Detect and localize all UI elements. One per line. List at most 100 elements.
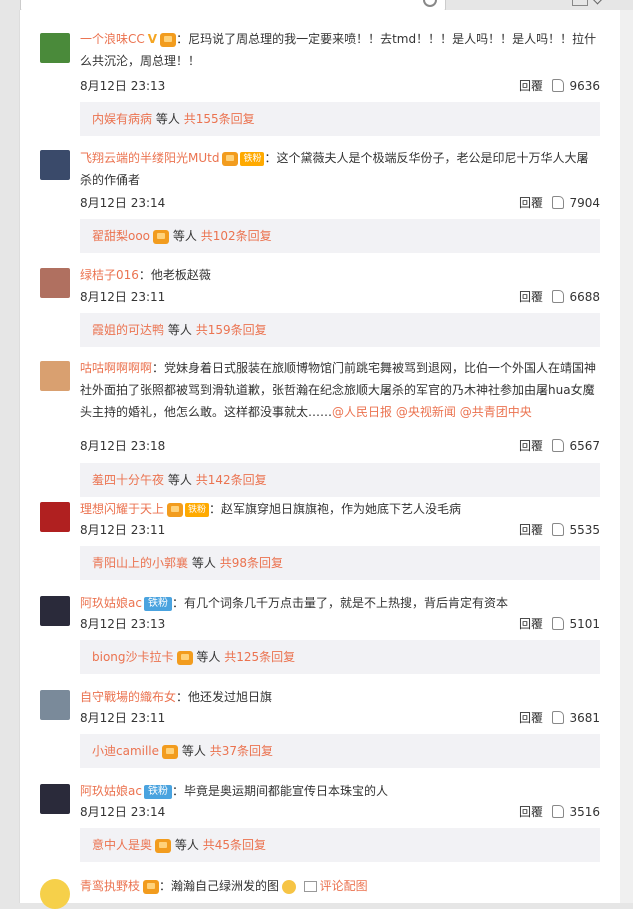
username-link[interactable]: 一个浪味CC bbox=[80, 32, 145, 46]
sub-reply-user[interactable]: 意中人是奥 bbox=[92, 838, 152, 852]
sub-reply-count[interactable]: 共125条回复 bbox=[224, 650, 295, 664]
username-link[interactable]: 绿桔子016 bbox=[80, 268, 139, 282]
like-button[interactable]: 6688 bbox=[552, 287, 600, 307]
sub-reply-count[interactable]: 共142条回复 bbox=[196, 473, 267, 487]
timestamp: 8月12日 23:14 bbox=[80, 196, 166, 210]
username-link[interactable]: 阿玖姑娘ac bbox=[80, 784, 142, 798]
timestamp: 8月12日 23:11 bbox=[80, 711, 166, 725]
sub-replies[interactable]: 翟甜梨ooo 等人 共102条回复 bbox=[80, 219, 600, 253]
avatar[interactable] bbox=[40, 596, 70, 626]
comment-meta: 8月12日 23:11 回覆 5535 bbox=[80, 520, 600, 540]
sub-replies[interactable]: 意中人是奥 等人 共45条回复 bbox=[80, 828, 600, 862]
sub-reply-mid: 等人 bbox=[174, 838, 199, 852]
reply-button[interactable]: 回覆 bbox=[519, 287, 543, 307]
sub-reply-user[interactable]: 翟甜梨ooo bbox=[92, 229, 150, 243]
sub-reply-user[interactable]: 内娱有病病 bbox=[92, 112, 152, 126]
top-bar bbox=[0, 0, 633, 11]
username-link[interactable]: 青鸾执野枝 bbox=[80, 879, 140, 893]
avatar[interactable] bbox=[40, 879, 70, 909]
fan-badge: 铁粉 bbox=[185, 502, 210, 517]
username-link[interactable]: 飞翔云端的半缕阳光MUtd bbox=[80, 151, 219, 165]
image-icon bbox=[303, 881, 317, 892]
like-count: 5101 bbox=[569, 617, 600, 631]
sub-reply-user[interactable]: 小迪camille bbox=[92, 744, 159, 758]
thumbs-up-icon bbox=[552, 711, 564, 724]
mention-link[interactable]: @央视新闻 bbox=[396, 405, 456, 419]
sub-replies[interactable]: 青阳山上的小郭襄 等人 共98条回复 bbox=[80, 546, 600, 580]
mention-link[interactable]: @共青团中央 bbox=[460, 405, 532, 419]
comment-text: 理想闪耀于天上 铁粉 ：赵军旗穿旭日旗旗袍，作为她底下艺人没毛病 bbox=[80, 498, 600, 520]
username-link[interactable]: 咕咕啊啊啊啊 bbox=[80, 361, 152, 375]
sub-reply-user[interactable]: biong沙卡拉卡 bbox=[92, 650, 174, 664]
like-button[interactable]: 5535 bbox=[552, 520, 600, 540]
scrollbar[interactable] bbox=[620, 10, 633, 903]
vip-icon bbox=[153, 229, 170, 244]
like-button[interactable]: 7904 bbox=[552, 193, 600, 213]
sub-reply-user[interactable]: 羞四十分午夜 bbox=[92, 473, 164, 487]
timestamp: 8月12日 23:11 bbox=[80, 523, 166, 537]
timestamp: 8月12日 23:13 bbox=[80, 617, 166, 631]
comment-text: 绿桔子016：他老板赵薇 bbox=[80, 264, 600, 286]
sub-reply-mid: 等人 bbox=[167, 323, 192, 337]
comment-body: ：毕竟是奥运期间都能宣传日本珠宝的人 bbox=[171, 784, 388, 798]
reply-button[interactable]: 回覆 bbox=[519, 708, 543, 728]
like-button[interactable]: 5101 bbox=[552, 614, 600, 634]
chevron-down-icon[interactable] bbox=[592, 0, 603, 5]
comment-body: ：赵军旗穿旭日旗旗袍，作为她底下艺人没毛病 bbox=[209, 502, 462, 516]
comment-meta: 8月12日 23:13 回覆 5101 bbox=[80, 614, 600, 634]
sub-replies[interactable]: biong沙卡拉卡 等人 共125条回复 bbox=[80, 640, 600, 674]
thumbs-up-icon bbox=[552, 439, 564, 452]
comment-body: ：有几个词条几千万点击量了，就是不上热搜，背后肯定有资本 bbox=[171, 596, 508, 610]
avatar[interactable] bbox=[40, 784, 70, 814]
avatar[interactable] bbox=[40, 361, 70, 391]
sub-reply-user[interactable]: 霞姐的可达鸭 bbox=[92, 323, 164, 337]
sub-reply-mid: 等人 bbox=[196, 650, 221, 664]
sub-replies[interactable]: 内娱有病病 等人 共155条回复 bbox=[80, 102, 600, 136]
sub-replies[interactable]: 小迪camille 等人 共37条回复 bbox=[80, 734, 600, 768]
comment-image-link[interactable]: 评论配图 bbox=[320, 879, 368, 893]
username-link[interactable]: 理想闪耀于天上 bbox=[80, 502, 164, 516]
like-button[interactable]: 3516 bbox=[552, 802, 600, 822]
sub-replies[interactable]: 羞四十分午夜 等人 共142条回复 bbox=[80, 463, 600, 497]
like-button[interactable]: 6567 bbox=[552, 436, 600, 456]
reply-button[interactable]: 回覆 bbox=[519, 193, 543, 213]
sub-replies[interactable]: 霞姐的可达鸭 等人 共159条回复 bbox=[80, 313, 600, 347]
sub-reply-mid: 等人 bbox=[155, 112, 180, 126]
like-button[interactable]: 9636 bbox=[552, 76, 600, 96]
like-count: 3516 bbox=[569, 805, 600, 819]
like-count: 3681 bbox=[569, 711, 600, 725]
comment-meta: 8月12日 23:18 回覆 6567 bbox=[80, 436, 600, 456]
vip-icon bbox=[160, 32, 177, 47]
comment-meta: 8月12日 23:11 回覆 6688 bbox=[80, 287, 600, 307]
sub-reply-count[interactable]: 共98条回复 bbox=[220, 556, 283, 570]
thumbs-up-icon bbox=[552, 196, 564, 209]
sub-reply-count[interactable]: 共102条回复 bbox=[201, 229, 272, 243]
reply-button[interactable]: 回覆 bbox=[519, 520, 543, 540]
avatar[interactable] bbox=[40, 502, 70, 532]
mention-link[interactable]: @人民日报 bbox=[332, 405, 392, 419]
timestamp: 8月12日 23:18 bbox=[80, 439, 166, 453]
username-link[interactable]: 自守戰場的織布女 bbox=[80, 690, 176, 704]
search-icon[interactable] bbox=[423, 0, 437, 7]
comment-text: 阿玖姑娘ac 铁粉 ：毕竟是奥运期间都能宣传日本珠宝的人 bbox=[80, 780, 600, 802]
reply-button[interactable]: 回覆 bbox=[519, 802, 543, 822]
avatar[interactable] bbox=[40, 690, 70, 720]
thumbs-up-icon bbox=[552, 805, 564, 818]
comment-text: 咕咕啊啊啊啊：党妹身着日式服装在旅顺博物馆门前跳宅舞被骂到退网，比伯一个外国人在… bbox=[80, 357, 600, 423]
sub-reply-count[interactable]: 共45条回复 bbox=[203, 838, 266, 852]
sub-reply-count[interactable]: 共159条回复 bbox=[196, 323, 267, 337]
avatar[interactable] bbox=[40, 33, 70, 63]
reply-button[interactable]: 回覆 bbox=[519, 614, 543, 634]
sub-reply-count[interactable]: 共155条回复 bbox=[184, 112, 255, 126]
avatar[interactable] bbox=[40, 268, 70, 298]
message-icon[interactable] bbox=[572, 0, 588, 6]
thumbs-up-icon bbox=[552, 79, 564, 92]
avatar[interactable] bbox=[40, 150, 70, 180]
username-link[interactable]: 阿玖姑娘ac bbox=[80, 596, 142, 610]
sub-reply-user[interactable]: 青阳山上的小郭襄 bbox=[92, 556, 188, 570]
vip-icon bbox=[155, 838, 172, 853]
reply-button[interactable]: 回覆 bbox=[519, 76, 543, 96]
sub-reply-count[interactable]: 共37条回复 bbox=[210, 744, 273, 758]
reply-button[interactable]: 回覆 bbox=[519, 436, 543, 456]
like-button[interactable]: 3681 bbox=[552, 708, 600, 728]
